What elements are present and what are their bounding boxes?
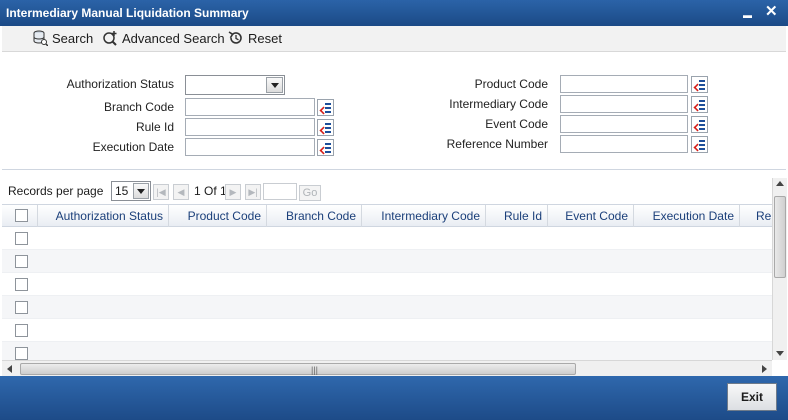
column-header[interactable]: Product Code xyxy=(169,205,267,227)
intermediary-code-label: Intermediary Code xyxy=(449,97,548,111)
advanced-search-label: Advanced Search xyxy=(122,30,225,46)
minimize-icon[interactable]: ▬ xyxy=(743,6,752,24)
table-row[interactable] xyxy=(2,296,772,319)
event-code-lov-icon[interactable] xyxy=(691,116,708,133)
product-code-label: Product Code xyxy=(474,77,548,91)
scroll-left-icon[interactable] xyxy=(7,365,12,373)
scroll-down-icon[interactable] xyxy=(776,351,784,356)
chevron-down-icon[interactable] xyxy=(133,183,149,199)
scroll-right-icon[interactable] xyxy=(762,365,767,373)
row-checkbox[interactable] xyxy=(15,278,28,291)
column-header[interactable]: Branch Code xyxy=(267,205,362,227)
table-row[interactable] xyxy=(2,273,772,296)
search-criteria-panel: Authorization Status Branch Code Rule Id… xyxy=(2,52,786,170)
row-checkbox[interactable] xyxy=(15,324,28,337)
scroll-up-icon[interactable] xyxy=(776,181,784,186)
table-row[interactable] xyxy=(2,227,772,250)
reset-icon xyxy=(228,30,244,46)
previous-page-icon[interactable]: ◀ xyxy=(173,184,189,200)
select-all-cell xyxy=(2,205,38,227)
intermediary-code-field[interactable] xyxy=(560,95,688,113)
column-header[interactable]: Rule Id xyxy=(486,205,548,227)
row-checkbox[interactable] xyxy=(15,347,28,360)
row-checkbox[interactable] xyxy=(15,301,28,314)
reference-number-lov-icon[interactable] xyxy=(691,136,708,153)
go-button[interactable]: Go xyxy=(299,185,321,201)
pagination-bar: Records per page 15 |◀ ◀ 1 Of 1 ▶ ▶| Go xyxy=(2,176,772,204)
table-row[interactable] xyxy=(2,342,772,360)
close-icon[interactable]: ✕ xyxy=(765,3,778,21)
reset-label: Reset xyxy=(248,30,282,46)
vertical-scroll-thumb[interactable] xyxy=(774,196,786,278)
first-page-icon[interactable]: |◀ xyxy=(153,184,169,200)
records-per-page-label: Records per page xyxy=(8,184,104,198)
event-code-field[interactable] xyxy=(560,115,688,133)
column-header[interactable]: Authorization Status xyxy=(38,205,169,227)
branch-code-field[interactable] xyxy=(185,98,315,116)
product-code-field[interactable] xyxy=(560,75,688,93)
select-all-checkbox[interactable] xyxy=(15,209,28,222)
row-checkbox[interactable] xyxy=(15,255,28,268)
reference-number-label: Reference Number xyxy=(446,137,548,151)
exit-button[interactable]: Exit xyxy=(727,383,777,411)
intermediary-code-lov-icon[interactable] xyxy=(691,96,708,113)
column-header[interactable]: Execution Date xyxy=(634,205,740,227)
table-row[interactable] xyxy=(2,319,772,342)
title-bar: Intermediary Manual Liquidation Summary … xyxy=(0,0,788,26)
rule-id-label: Rule Id xyxy=(135,120,174,134)
product-code-lov-icon[interactable] xyxy=(691,76,708,93)
grid-header: Authorization Status Product Code Branch… xyxy=(2,204,772,227)
authorization-status-label: Authorization Status xyxy=(66,77,174,91)
execution-date-field[interactable] xyxy=(185,138,315,156)
execution-date-picker-icon[interactable] xyxy=(317,139,334,156)
chevron-down-icon[interactable] xyxy=(266,77,283,93)
last-page-icon[interactable]: ▶| xyxy=(245,184,261,200)
footer-bar: Exit xyxy=(0,376,788,420)
rule-id-field[interactable] xyxy=(185,118,315,136)
table-row[interactable] xyxy=(2,250,772,273)
search-label: Search xyxy=(52,30,94,46)
horizontal-scrollbar[interactable]: ||| xyxy=(2,360,772,376)
page-indicator: 1 Of 1 xyxy=(194,184,227,198)
results-grid: Authorization Status Product Code Branch… xyxy=(2,204,772,360)
branch-code-label: Branch Code xyxy=(103,100,174,114)
column-header[interactable]: Intermediary Code xyxy=(362,205,486,227)
execution-date-label: Execution Date xyxy=(92,140,174,154)
branch-code-lov-icon[interactable] xyxy=(317,99,334,116)
page-number-input[interactable] xyxy=(263,183,297,200)
advanced-search-button[interactable]: Advanced Search xyxy=(102,30,225,46)
reference-number-field[interactable] xyxy=(560,135,688,153)
toolbar: Search Advanced Search Reset xyxy=(2,26,786,52)
window-title: Intermediary Manual Liquidation Summary xyxy=(6,6,249,20)
records-per-page-select[interactable]: 15 xyxy=(111,181,151,201)
reset-button[interactable]: Reset xyxy=(228,30,282,46)
column-header[interactable]: Event Code xyxy=(548,205,634,227)
next-page-icon[interactable]: ▶ xyxy=(225,184,241,200)
advanced-search-icon xyxy=(102,30,118,46)
vertical-scrollbar[interactable] xyxy=(772,178,787,360)
event-code-label: Event Code xyxy=(485,117,548,131)
authorization-status-select[interactable] xyxy=(185,75,285,95)
search-icon xyxy=(32,30,49,47)
search-button[interactable]: Search xyxy=(32,30,94,47)
row-checkbox[interactable] xyxy=(15,232,28,245)
records-per-page-value: 15 xyxy=(115,184,129,198)
horizontal-scroll-thumb[interactable]: ||| xyxy=(20,363,576,375)
column-header[interactable]: Re xyxy=(740,205,772,227)
rule-id-lov-icon[interactable] xyxy=(317,119,334,136)
